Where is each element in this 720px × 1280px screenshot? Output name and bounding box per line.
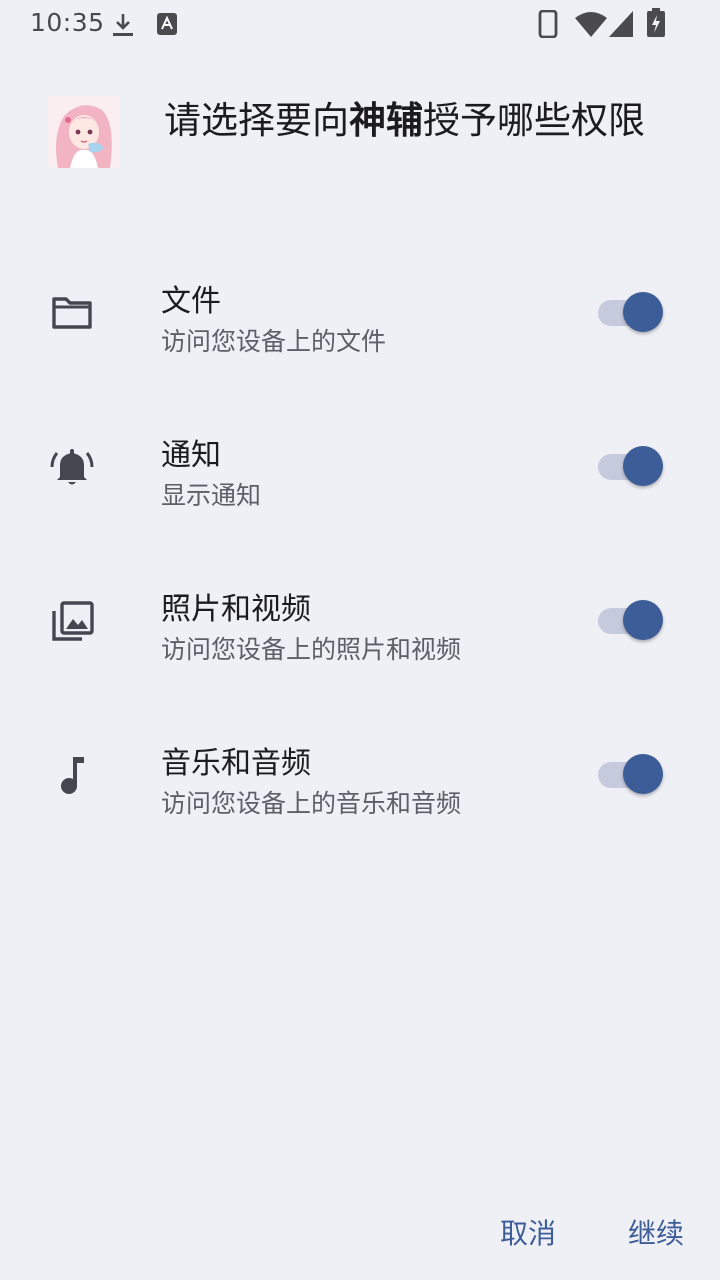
permission-screen: 10:35 请选择要向神辅授予哪些权限 文件 访问您设备上的文件 通知 显示通知… [0, 0, 720, 1280]
permission-title: 音乐和音频 [161, 746, 311, 781]
permission-row-files[interactable]: 文件 访问您设备上的文件 [0, 254, 720, 374]
toggle-thumb [623, 292, 663, 332]
files-toggle[interactable] [598, 291, 666, 335]
app-avatar [48, 96, 120, 168]
font-icon [156, 12, 178, 36]
app-name: 神辅 [349, 99, 423, 142]
permission-row-photos-videos[interactable]: 照片和视频 访问您设备上的照片和视频 [0, 562, 720, 682]
dialog-title: 请选择要向神辅授予哪些权限 [164, 94, 664, 148]
toggle-thumb [623, 754, 663, 794]
permission-description: 访问您设备上的照片和视频 [161, 635, 462, 664]
phone-icon [538, 10, 558, 38]
permission-row-music-audio[interactable]: 音乐和音频 访问您设备上的音乐和音频 [0, 716, 720, 836]
download-icon [111, 12, 135, 38]
permission-title: 通知 [161, 438, 221, 473]
photo-library-icon [48, 597, 96, 645]
cancel-button[interactable]: 取消 [500, 1212, 556, 1252]
permission-description: 访问您设备上的音乐和音频 [161, 789, 462, 818]
photos-videos-toggle[interactable] [598, 599, 666, 643]
permission-row-notifications[interactable]: 通知 显示通知 [0, 408, 720, 528]
title-prefix: 请选择要向 [164, 99, 349, 142]
status-bar: 10:35 [0, 0, 720, 48]
toggle-thumb [623, 446, 663, 486]
battery-charging-icon [646, 8, 666, 38]
folder-icon [48, 289, 96, 337]
bell-ringing-icon [48, 443, 96, 491]
status-time: 10:35 [30, 8, 105, 37]
continue-button[interactable]: 继续 [628, 1212, 684, 1252]
wifi-icon [574, 10, 608, 38]
permission-title: 文件 [161, 284, 221, 319]
music-note-icon [48, 751, 96, 799]
permission-description: 访问您设备上的文件 [161, 327, 387, 356]
permission-title: 照片和视频 [161, 592, 311, 627]
toggle-thumb [623, 600, 663, 640]
permission-description: 显示通知 [161, 481, 262, 510]
music-audio-toggle[interactable] [598, 753, 666, 797]
title-suffix: 授予哪些权限 [423, 99, 645, 142]
signal-icon [608, 10, 634, 38]
notifications-toggle[interactable] [598, 445, 666, 489]
